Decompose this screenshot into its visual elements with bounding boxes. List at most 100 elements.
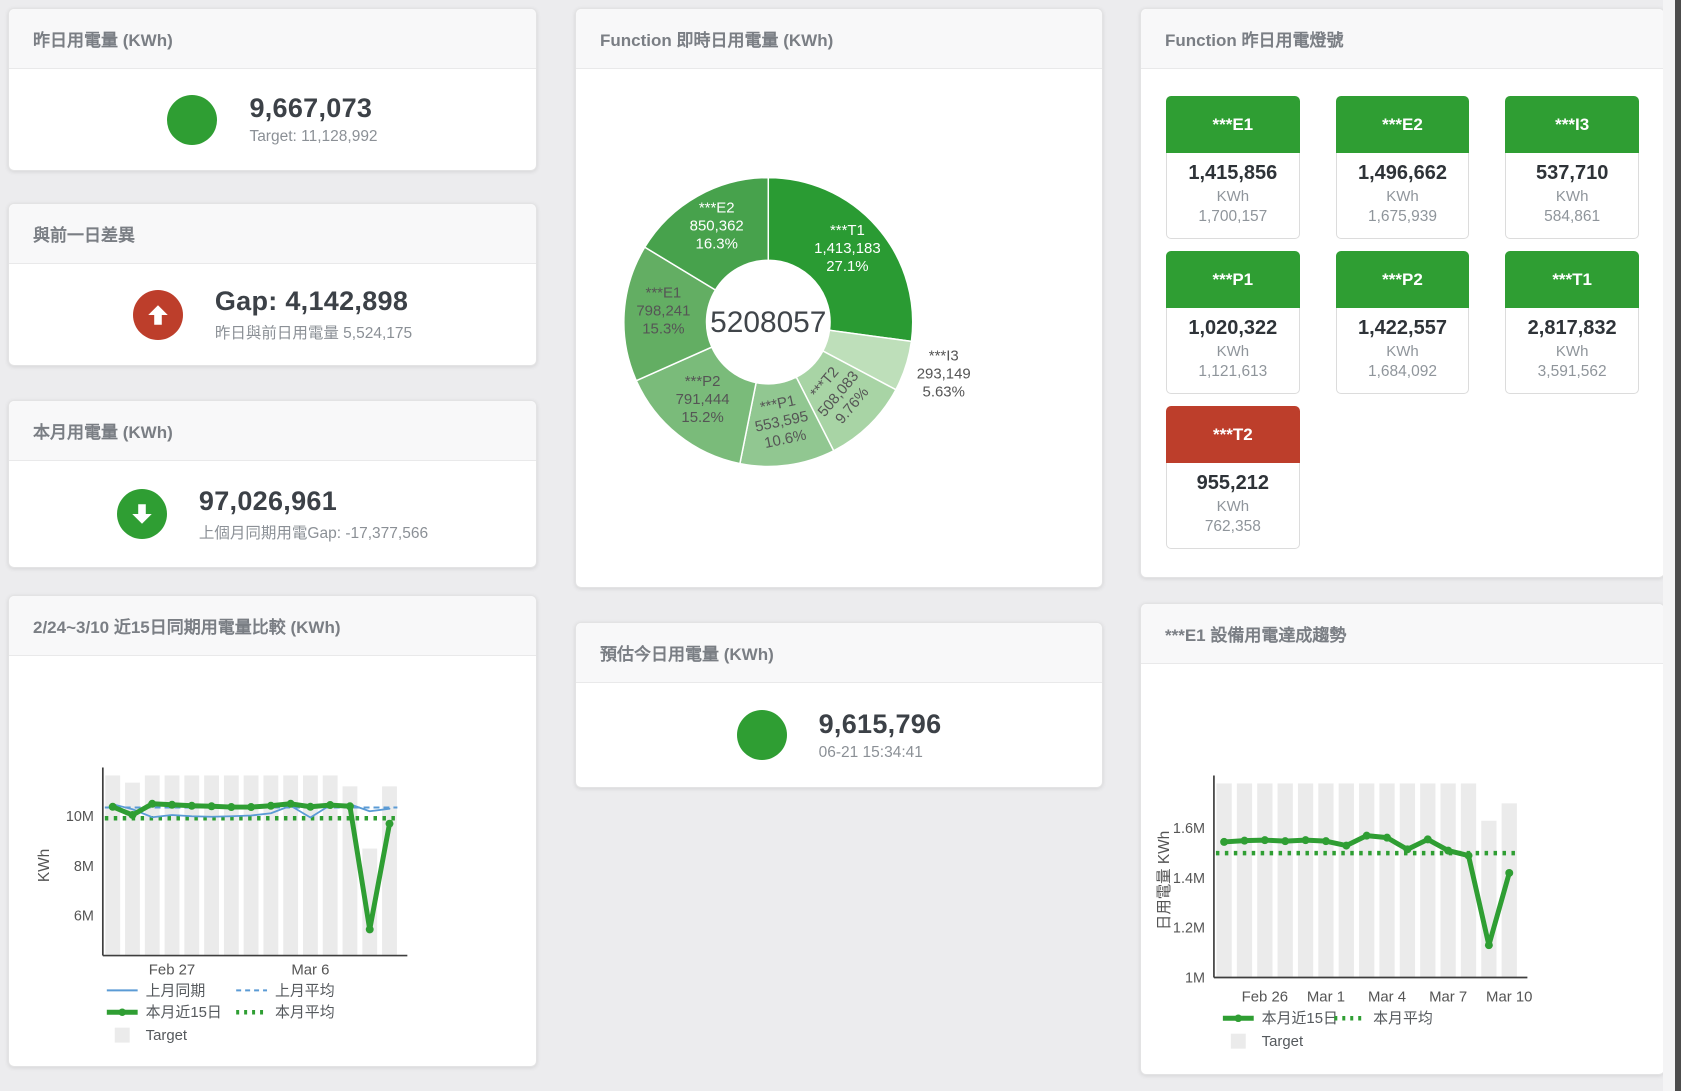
tile-value: 1,020,322 xyxy=(1171,317,1295,340)
tile-body: 955,212 KWh 762,358 xyxy=(1166,463,1300,549)
status-tile-E2: ***E2 1,496,662 KWh 1,675,939 xyxy=(1336,96,1470,239)
card-function-realtime-donut: Function 即時日用電量 (KWh) ***T11,413,18327.1… xyxy=(575,8,1103,588)
svg-text:1.4M: 1.4M xyxy=(1173,871,1205,887)
scrollbar[interactable] xyxy=(1675,0,1681,1091)
tile-value: 1,496,662 xyxy=(1341,162,1465,185)
status-circle-icon xyxy=(737,710,787,760)
column-left: 昨日用電量 (KWh) 9,667,073 Target: 11,128,992… xyxy=(8,8,537,1067)
kpi-value: 9,667,073 xyxy=(249,93,377,124)
card-title-donut: Function 即時日用電量 (KWh) xyxy=(576,9,1102,69)
tile-header: ***E1 xyxy=(1166,96,1300,153)
card-title-lights: Function 昨日用電燈號 xyxy=(1141,9,1664,69)
page-gutter xyxy=(1663,0,1675,1091)
kpi-subtext: Target: 11,128,992 xyxy=(249,128,377,146)
svg-text:Mar 4: Mar 4 xyxy=(1368,988,1406,1005)
kpi-subtext: 上個月同期用電Gap: -17,377,566 xyxy=(199,521,428,543)
kpi-subtext: 昨日與前日用電量 5,524,175 xyxy=(215,321,412,343)
svg-text:Target: Target xyxy=(1262,1033,1304,1050)
tile-body: 1,020,322 KWh 1,121,613 xyxy=(1166,308,1300,394)
tile-target: 3,591,562 xyxy=(1510,363,1634,381)
tile-value: 955,212 xyxy=(1171,472,1295,495)
status-tiles-grid: ***E1 1,415,856 KWh 1,700,157 ***E2 1,49… xyxy=(1141,69,1664,549)
card-month-usage: 本月用電量 (KWh) 97,026,961 上個月同期用電Gap: -17,3… xyxy=(8,400,537,568)
card-title-estimate: 預估今日用電量 (KWh) xyxy=(576,623,1102,683)
svg-text:本月平均: 本月平均 xyxy=(275,1004,335,1021)
status-circle-icon xyxy=(167,95,217,145)
status-tile-P2: ***P2 1,422,557 KWh 1,684,092 xyxy=(1336,251,1470,394)
tile-unit: KWh xyxy=(1510,343,1634,360)
card-title-gap: 與前一日差異 xyxy=(9,204,536,264)
kpi-value: 97,026,961 xyxy=(199,486,428,517)
arrow-down-icon xyxy=(117,489,167,539)
kpi-value: Gap: 4,142,898 xyxy=(215,286,412,317)
tile-unit: KWh xyxy=(1171,498,1295,515)
tile-body: 537,710 KWh 584,861 xyxy=(1505,153,1639,239)
svg-text:上月平均: 上月平均 xyxy=(275,982,335,999)
card-e1-trend-chart: ***E1 設備用電達成趨勢 1M 1.2M 1.4M 1.6M Feb 26 Mar 1… xyxy=(1140,603,1665,1075)
svg-text:本月平均: 本月平均 xyxy=(1373,1010,1433,1027)
svg-text:1M: 1M xyxy=(1185,970,1205,986)
column-middle: Function 即時日用電量 (KWh) ***T11,413,18327.1… xyxy=(575,8,1103,788)
compare-line-chart[interactable]: 6M8M10MFeb 27Mar 6KWh上月同期上月平均本月近15日本月平均T… xyxy=(9,656,536,1066)
svg-text:1.2M: 1.2M xyxy=(1173,921,1205,937)
card-function-lights: Function 昨日用電燈號 ***E1 1,415,856 KWh 1,70… xyxy=(1140,8,1665,578)
status-tile-T1: ***T1 2,817,832 KWh 3,591,562 xyxy=(1505,251,1639,394)
tile-value: 1,415,856 xyxy=(1171,162,1295,185)
tile-value: 2,817,832 xyxy=(1510,317,1634,340)
card-title-compare: 2/24~3/10 近15日同期用電量比較 (KWh) xyxy=(9,596,536,656)
tile-header: ***I3 xyxy=(1505,96,1639,153)
tile-target: 1,700,157 xyxy=(1171,208,1295,226)
svg-text:上月同期: 上月同期 xyxy=(146,982,206,999)
svg-text:日用電量 KWh: 日用電量 KWh xyxy=(1156,831,1173,930)
svg-text:KWh: KWh xyxy=(36,849,53,882)
card-title-month: 本月用電量 (KWh) xyxy=(9,401,536,461)
svg-text:Mar 10: Mar 10 xyxy=(1486,988,1532,1005)
svg-text:Mar 1: Mar 1 xyxy=(1307,988,1345,1005)
svg-text:10M: 10M xyxy=(66,809,94,825)
svg-text:1.6M: 1.6M xyxy=(1173,821,1205,837)
tile-target: 1,675,939 xyxy=(1341,208,1465,226)
card-compare-chart: 2/24~3/10 近15日同期用電量比較 (KWh) 6M 8M 10M Feb 2… xyxy=(8,595,537,1067)
status-tile-E1: ***E1 1,415,856 KWh 1,700,157 xyxy=(1166,96,1300,239)
status-tile-T2: ***T2 955,212 KWh 762,358 xyxy=(1166,406,1300,549)
card-title-yesterday: 昨日用電量 (KWh) xyxy=(9,9,536,69)
svg-text:Mar 7: Mar 7 xyxy=(1429,988,1467,1005)
tile-unit: KWh xyxy=(1171,188,1295,205)
arrow-up-icon xyxy=(133,290,183,340)
card-estimate-today: 預估今日用電量 (KWh) 9,615,796 06-21 15:34:41 xyxy=(575,622,1103,788)
kpi-timestamp: 06-21 15:34:41 xyxy=(819,744,942,762)
tile-unit: KWh xyxy=(1341,188,1465,205)
tile-header: ***T2 xyxy=(1166,406,1300,463)
card-gap-previous-day: 與前一日差異 Gap: 4,142,898 昨日與前日用電量 5,524,175 xyxy=(8,203,537,366)
svg-text:本月近15日: 本月近15日 xyxy=(146,1004,222,1021)
tile-header: ***T1 xyxy=(1505,251,1639,308)
svg-text:Feb 26: Feb 26 xyxy=(1242,988,1288,1005)
column-right: Function 昨日用電燈號 ***E1 1,415,856 KWh 1,70… xyxy=(1140,8,1665,1075)
tile-body: 2,817,832 KWh 3,591,562 xyxy=(1505,308,1639,394)
tile-target: 1,684,092 xyxy=(1341,363,1465,381)
function-usage-donut-chart[interactable]: ***T11,413,18327.1%***I3293,1495.63%***T… xyxy=(576,69,1102,587)
tile-body: 1,422,557 KWh 1,684,092 xyxy=(1336,308,1470,394)
e1-trend-line-chart[interactable]: 1M 1.2M 1.4M 1.6M Feb 26 Mar 1 Mar 4 Mar 7 Mar 1… xyxy=(1141,664,1664,1074)
tile-header: ***P2 xyxy=(1336,251,1470,308)
tile-target: 584,861 xyxy=(1510,208,1634,226)
card-yesterday-usage: 昨日用電量 (KWh) 9,667,073 Target: 11,128,992 xyxy=(8,8,537,171)
tile-target: 762,358 xyxy=(1171,518,1295,536)
tile-unit: KWh xyxy=(1341,343,1465,360)
svg-text:Target: Target xyxy=(146,1027,188,1044)
tile-header: ***P1 xyxy=(1166,251,1300,308)
tile-unit: KWh xyxy=(1510,188,1634,205)
tile-target: 1,121,613 xyxy=(1171,363,1295,381)
card-title-e1-trend: ***E1 設備用電達成趨勢 xyxy=(1141,604,1664,664)
tile-value: 1,422,557 xyxy=(1341,317,1465,340)
svg-text:Feb 27: Feb 27 xyxy=(149,961,195,978)
svg-text:5208057: 5208057 xyxy=(710,306,826,339)
tile-body: 1,496,662 KWh 1,675,939 xyxy=(1336,153,1470,239)
tile-body: 1,415,856 KWh 1,700,157 xyxy=(1166,153,1300,239)
svg-text:***I3293,1495.63%: ***I3293,1495.63% xyxy=(917,347,971,400)
svg-text:8M: 8M xyxy=(74,859,94,875)
tile-header: ***E2 xyxy=(1336,96,1470,153)
status-tile-P1: ***P1 1,020,322 KWh 1,121,613 xyxy=(1166,251,1300,394)
svg-text:6M: 6M xyxy=(74,909,94,925)
status-tile-I3: ***I3 537,710 KWh 584,861 xyxy=(1505,96,1639,239)
